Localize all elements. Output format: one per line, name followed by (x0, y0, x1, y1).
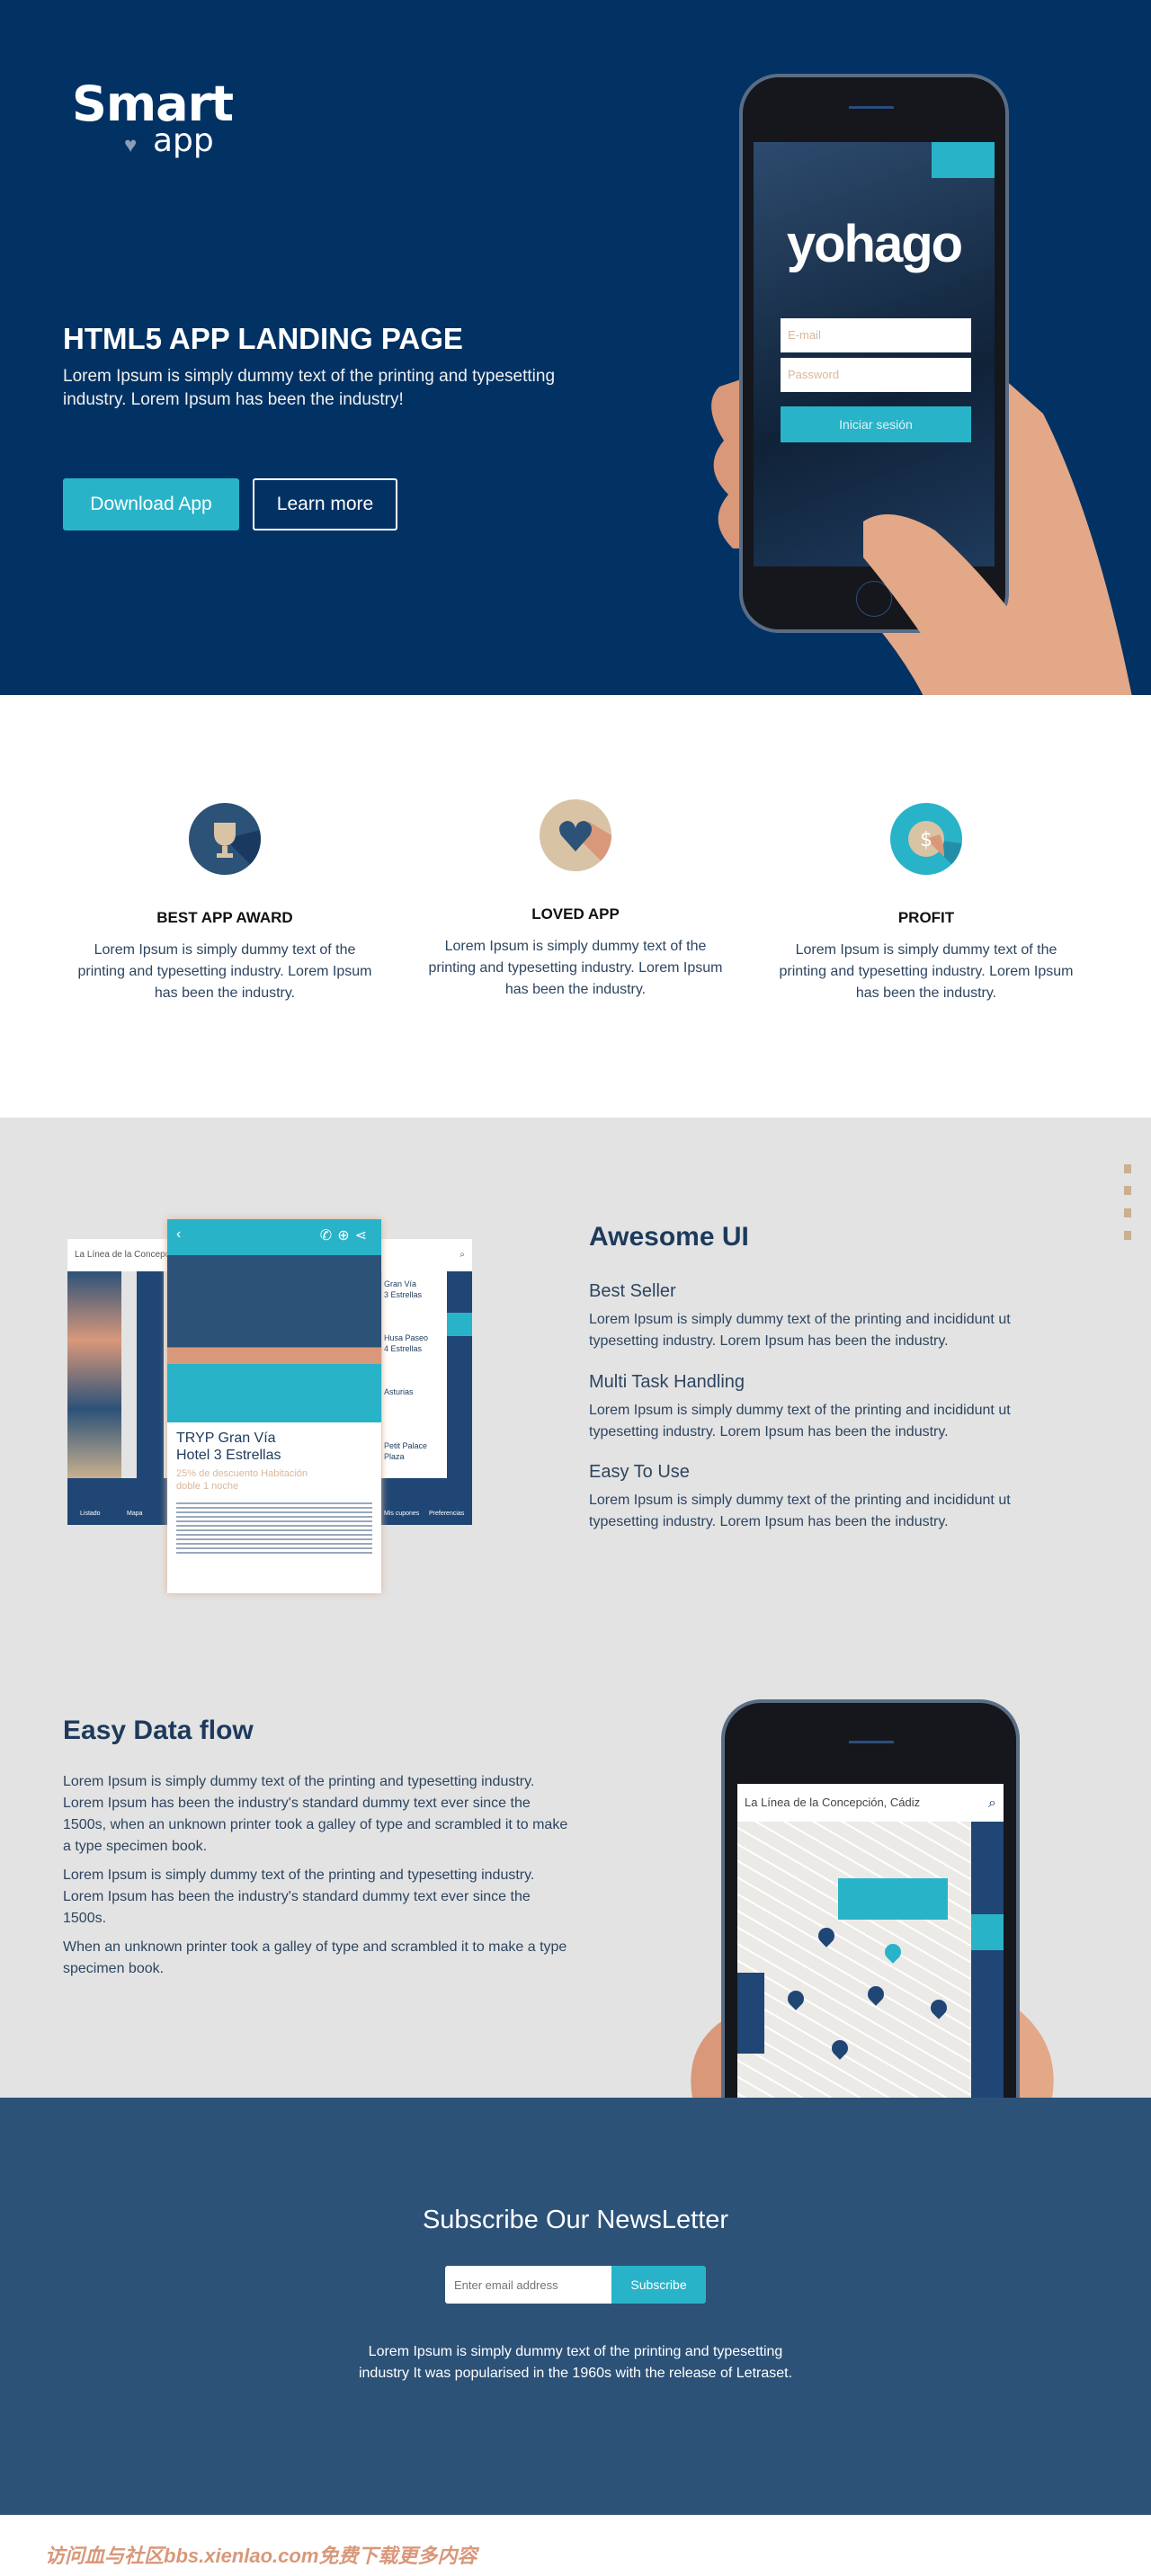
thumb-image (863, 514, 1070, 695)
hotel-name: TRYP Gran Vía (176, 1431, 276, 1446)
logo-sub: app (153, 122, 214, 159)
newsletter-text: Lorem Ipsum is simply dummy text of the … (358, 2344, 793, 2381)
feature-text: Lorem Ipsum is simply dummy text of the … (779, 942, 1074, 1001)
dataflow-title: Easy Data flow (63, 1716, 254, 1745)
watermark: 访问血与社区bbs.xienlao.com免费下载更多内容 (45, 2545, 477, 2567)
feature-profit: $ PROFIT Lorem Ipsum is simply dummy tex… (751, 803, 1102, 1004)
item-title: Best Seller (589, 1281, 676, 1301)
email-field[interactable]: E-mail (781, 318, 971, 352)
dataflow-paragraph: Lorem Ipsum is simply dummy text of the … (63, 1774, 568, 1854)
awesome-item: Multi Task Handling Lorem Ipsum is simpl… (589, 1372, 1075, 1443)
app-screens-mockup: La Línea de la Concepción, Cádiz ⌕ Gran … (67, 1219, 472, 1599)
download-app-button[interactable]: Download App (63, 478, 239, 530)
awesome-item: Easy To Use Lorem Ipsum is simply dummy … (589, 1462, 1075, 1533)
feature-loved-app: LOVED APP Lorem Ipsum is simply dummy te… (400, 799, 751, 1001)
hero-title: HTML5 APP LANDING PAGE (63, 322, 463, 355)
zoom-controls[interactable] (737, 1973, 764, 2054)
map[interactable] (737, 1822, 1004, 2126)
search-icon[interactable]: ⌕ (988, 1796, 996, 1812)
feature-text: Lorem Ipsum is simply dummy text of the … (428, 939, 723, 997)
heart-icon (540, 799, 611, 871)
hotel-photo (167, 1255, 381, 1422)
hotel-stars: Hotel 3 Estrellas (176, 1448, 281, 1463)
learn-more-button[interactable]: Learn more (253, 478, 397, 530)
awesome-title: Awesome UI (589, 1222, 749, 1252)
feature-text: Lorem Ipsum is simply dummy text of the … (77, 942, 372, 1001)
hotel-offer: 25% de descuento Habitación doble 1 noch… (176, 1468, 308, 1492)
awesome-ui-section: La Línea de la Concepción, Cádiz ⌕ Gran … (0, 1118, 1151, 2126)
tab-preferences[interactable]: Preferencias (429, 1511, 464, 1517)
features-section: BEST APP AWARD Lorem Ipsum is simply dum… (0, 695, 1151, 1118)
feature-title: BEST APP AWARD (156, 909, 293, 926)
awesome-item: Best Seller Lorem Ipsum is simply dummy … (589, 1281, 1075, 1352)
login-button[interactable]: Iniciar sesión (781, 406, 971, 442)
subscribe-button[interactable]: Subscribe (611, 2266, 706, 2304)
app-brand: yohago (786, 215, 963, 273)
nav-dot[interactable] (1124, 1186, 1131, 1195)
heart-icon: ♥ (124, 133, 138, 157)
newsletter-email-input[interactable] (445, 2266, 611, 2304)
item-title: Easy To Use (589, 1462, 690, 1482)
tab-list[interactable]: Listado (80, 1511, 101, 1517)
map-search-text: La Línea de la Concepción, Cádiz (745, 1796, 921, 1809)
dataflow-paragraph: When an unknown printer took a galley of… (63, 1939, 567, 1976)
item-text: Lorem Ipsum is simply dummy text of the … (589, 1312, 1011, 1349)
call-add-share-icons[interactable]: ✆⊕⋖ (320, 1226, 372, 1244)
password-field[interactable]: Password (781, 358, 971, 392)
back-icon[interactable]: ‹ (176, 1226, 181, 1242)
hero-section: Smart ♥ app HTML5 APP LANDING PAGE Lorem… (0, 0, 1151, 695)
map-popup[interactable] (838, 1878, 948, 1920)
nav-dot[interactable] (1124, 1231, 1131, 1240)
search-icon[interactable]: ⌕ (460, 1250, 465, 1260)
dollar-icon: $ (890, 803, 962, 875)
nav-dot[interactable] (1124, 1208, 1131, 1217)
feature-title: PROFIT (897, 909, 955, 926)
item-text: Lorem Ipsum is simply dummy text of the … (589, 1493, 1011, 1529)
nav-dot[interactable] (1124, 1164, 1131, 1173)
newsletter-title: Subscribe Our NewsLetter (422, 2206, 729, 2234)
feature-title: LOVED APP (531, 905, 620, 923)
tab-coupons[interactable]: Mis cupones (384, 1511, 419, 1517)
dataflow-text: Lorem Ipsum is simply dummy text of the … (63, 1771, 576, 1980)
item-text: Lorem Ipsum is simply dummy text of the … (589, 1403, 1011, 1440)
hero-text: Lorem Ipsum is simply dummy text of the … (63, 367, 556, 409)
dataflow-paragraph: Lorem Ipsum is simply dummy text of the … (63, 1867, 535, 1926)
map-phone-mockup: La Línea de la Concepción, Cádiz ⌕ (721, 1699, 1020, 2126)
tab-map[interactable]: Mapa (127, 1511, 143, 1517)
svg-text:$: $ (920, 829, 932, 851)
footer: 访问血与社区bbs.xienlao.com免费下载更多内容 (0, 2515, 1151, 2576)
newsletter-section: Subscribe Our NewsLetter Subscribe Lorem… (0, 2098, 1151, 2515)
item-title: Multi Task Handling (589, 1372, 745, 1392)
trophy-icon (189, 803, 261, 875)
feature-best-app-award: BEST APP AWARD Lorem Ipsum is simply dum… (49, 803, 400, 1004)
